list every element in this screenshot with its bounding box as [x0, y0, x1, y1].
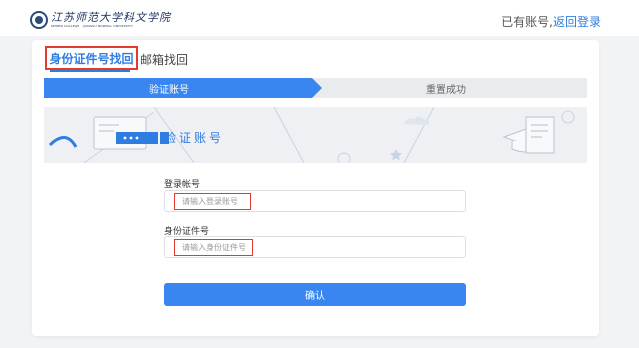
document-icon: [525, 116, 555, 154]
college-logo[interactable]: 江苏师范大学科文学院 KEWEN COLLEGE · JIANGSU NORMA…: [30, 9, 171, 31]
banner-title: 验证账号: [164, 131, 225, 145]
id-number-input[interactable]: 请输入身份证件号: [164, 236, 466, 258]
account-prompt-text: 已有账号,: [501, 15, 553, 29]
college-seal-icon: [30, 11, 48, 29]
top-bar: 江苏师范大学科文学院 KEWEN COLLEGE · JIANGSU NORMA…: [0, 0, 639, 36]
star-icon: [389, 149, 402, 161]
id-number-placeholder: 请输入身份证件号: [174, 239, 253, 256]
logo-text: 江苏师范大学科文学院 KEWEN COLLEGE · JIANGSU NORMA…: [51, 11, 171, 29]
account-prompt-area: 已有账号,返回登录: [501, 13, 601, 30]
banner-illustration: [48, 107, 575, 163]
account-placeholder: 请输入登录账号: [174, 193, 251, 210]
ring-icon: [561, 110, 575, 124]
cloud-icon: [404, 116, 430, 125]
bubble-icon: [337, 152, 351, 163]
swoosh-icon: [48, 136, 78, 148]
step-verify-account: 验证账号: [149, 85, 189, 96]
active-tab-underline: [50, 70, 130, 72]
progress-steps: 验证账号 重置成功: [44, 78, 587, 98]
back-to-login-link[interactable]: 返回登录: [553, 15, 601, 29]
tab-email-recovery[interactable]: 邮箱找回: [140, 51, 188, 68]
account-label: 登录帐号: [164, 180, 201, 190]
password-dialog-icon: [116, 132, 169, 144]
recovery-card: 身份证件号找回 邮箱找回 验证账号 重置成功 验证账号 登录帐号 请输入登录账号…: [32, 40, 599, 336]
tab-id-recovery[interactable]: 身份证件号找回: [45, 46, 138, 70]
account-input[interactable]: 请输入登录账号: [164, 190, 466, 212]
step-reset-success: 重置成功: [426, 85, 466, 96]
confirm-button[interactable]: 确认: [164, 283, 466, 306]
logo-english-name: KEWEN COLLEGE · JIANGSU NORMAL UNIVERSIT…: [51, 24, 134, 28]
logo-chinese-name: 江苏师范大学科文学院: [51, 11, 171, 24]
step-banner: 验证账号: [44, 107, 587, 163]
